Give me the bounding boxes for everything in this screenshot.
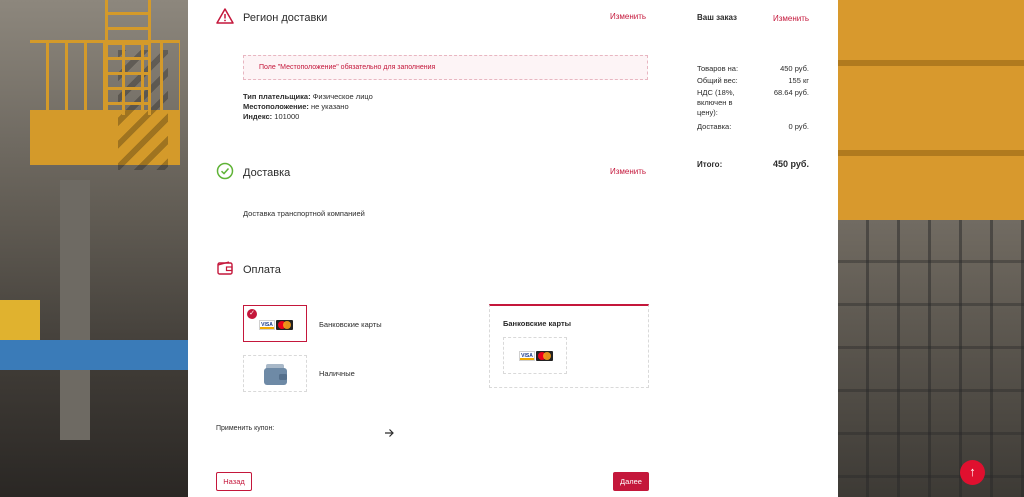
shipping-edit-link[interactable]: Изменить [610,167,646,176]
payer-type-value: Физическое лицо [312,92,373,101]
payment-option-cash-label[interactable]: Наличные [319,369,355,378]
back-button[interactable]: Назад [216,472,252,491]
summary-label-vat: НДС (18%, включен в цену): [697,88,735,117]
scroll-to-top-button[interactable]: ↑ [960,460,985,485]
background-beam [838,60,1024,66]
background-right [838,0,1024,497]
mastercard-icon [536,351,553,361]
checkout-panel: Регион доставки Изменить Поле "Местополо… [188,0,838,497]
location-value: не указано [311,102,349,111]
coupon-label: Применить купон: [216,425,275,432]
card-logos: VISA [259,319,293,331]
payer-type-row: Тип плательщика: Физическое лицо [243,92,373,102]
summary-label-weight: Общий вес: [697,76,738,85]
summary-value-goods: 450 руб. [780,64,809,73]
summary-total-value: 450 руб. [773,159,809,169]
summary-label-delivery: Доставка: [697,122,732,131]
order-summary-edit-link[interactable]: Изменить [773,14,809,23]
background-beam [838,150,1024,156]
location-label: Местоположение: [243,102,309,111]
wallet-icon [264,364,287,385]
selected-payment-box: Банковские карты VISA [489,304,649,388]
arrow-up-icon: ↑ [969,464,976,479]
index-value: 101000 [274,112,300,121]
background-left [0,0,188,497]
summary-value-vat: 68.64 руб. [773,88,809,97]
next-button[interactable]: Далее [613,472,649,491]
payment-option-cash[interactable] [243,355,307,392]
index-row: Индекс: 101000 [243,112,299,122]
selected-check-icon: ✓ [247,309,257,319]
card-logos: VISA [519,350,553,362]
visa-icon: VISA [519,351,535,361]
mastercard-icon [276,320,293,330]
location-required-alert: Поле "Местоположение" обязательно для за… [243,55,648,80]
summary-value-delivery: 0 руб. [788,122,809,131]
payer-type-label: Тип плательщика: [243,92,311,101]
check-circle-icon [216,162,234,180]
delivery-region-title: Регион доставки [243,12,328,24]
visa-icon: VISA [259,320,275,330]
summary-value-weight: 155 кг [788,76,809,85]
delivery-region-edit-link[interactable]: Изменить [610,12,646,21]
selected-payment-logo-tile: VISA [503,337,567,374]
selected-payment-title: Банковские карты [503,319,572,328]
location-row: Местоположение: не указано [243,102,349,112]
background-structure [838,220,1024,497]
payment-option-cards[interactable]: ✓ VISA [243,305,307,342]
summary-label-goods: Товаров на: [697,64,739,73]
background-ladder [105,0,151,115]
wallet-icon [217,261,233,275]
payment-option-cards-label[interactable]: Банковские карты [319,320,382,329]
warning-triangle-icon [216,8,234,24]
index-label: Индекс: [243,112,273,121]
summary-total-label: Итого: [697,160,723,169]
arrow-right-icon[interactable] [384,428,394,438]
payment-title: Оплата [243,264,281,276]
order-summary-title: Ваш заказ [697,13,737,22]
shipping-title: Доставка [243,167,291,179]
shipping-method: Доставка транспортной компанией [243,209,365,218]
